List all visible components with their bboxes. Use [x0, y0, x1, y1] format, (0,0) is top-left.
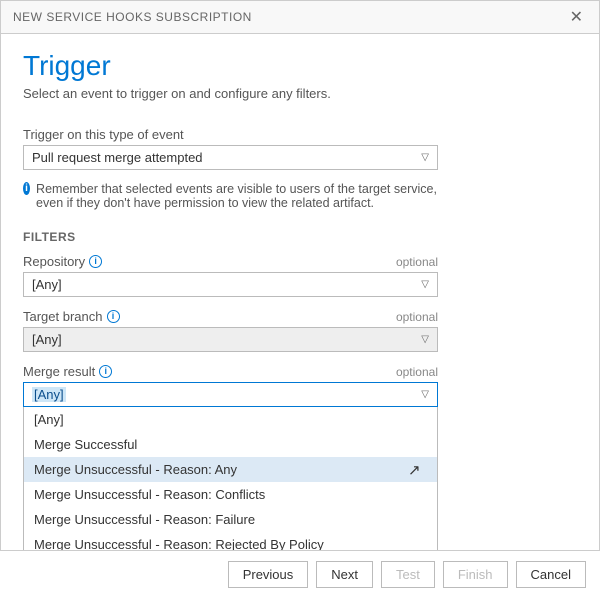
merge-dropdown: [Any]Merge SuccessfulMerge Unsuccessful … [23, 407, 438, 558]
previous-button[interactable]: Previous [228, 561, 309, 588]
page-subtitle: Select an event to trigger on and config… [23, 86, 577, 101]
merge-option[interactable]: Merge Unsuccessful - Reason: Conflicts [24, 482, 437, 507]
repository-value: [Any] [32, 277, 62, 292]
cancel-button[interactable]: Cancel [516, 561, 586, 588]
merge-option[interactable]: Merge Unsuccessful - Reason: Failure [24, 507, 437, 532]
optional-tag: optional [396, 255, 438, 269]
info-icon[interactable]: i [107, 310, 120, 323]
merge-option[interactable]: Merge Successful [24, 432, 437, 457]
branch-select[interactable]: [Any] ▽ [23, 327, 438, 352]
dialog-footer: Previous Next Test Finish Cancel [0, 550, 600, 598]
page-title: Trigger [23, 50, 577, 82]
finish-button: Finish [443, 561, 508, 588]
repository-label: Repository [23, 254, 85, 269]
chevron-down-icon: ▽ [421, 279, 429, 290]
dialog-title: NEW SERVICE HOOKS SUBSCRIPTION [13, 10, 252, 24]
merge-select[interactable]: [Any] ▽ [23, 382, 438, 407]
merge-value: [Any] [32, 387, 66, 402]
filters-heading: FILTERS [23, 230, 577, 244]
branch-label: Target branch [23, 309, 103, 324]
next-button[interactable]: Next [316, 561, 373, 588]
branch-value: [Any] [32, 332, 62, 347]
cursor-icon: ↖ [408, 461, 421, 479]
titlebar: NEW SERVICE HOOKS SUBSCRIPTION ✕ [1, 1, 599, 34]
info-icon[interactable]: i [89, 255, 102, 268]
optional-tag: optional [396, 310, 438, 324]
info-icon[interactable]: i [99, 365, 112, 378]
merge-option[interactable]: Merge Unsuccessful - Reason: Any↖ [24, 457, 437, 482]
optional-tag: optional [396, 365, 438, 379]
event-value: Pull request merge attempted [32, 150, 203, 165]
merge-label: Merge result [23, 364, 95, 379]
chevron-down-icon: ▽ [421, 389, 429, 400]
merge-option[interactable]: [Any] [24, 407, 437, 432]
info-note: i Remember that selected events are visi… [23, 182, 438, 210]
event-select[interactable]: Pull request merge attempted ▽ [23, 145, 438, 170]
repository-select[interactable]: [Any] ▽ [23, 272, 438, 297]
event-label: Trigger on this type of event [23, 127, 438, 142]
dialog-content: Trigger Select an event to trigger on an… [1, 34, 599, 558]
close-icon[interactable]: ✕ [566, 7, 587, 27]
chevron-down-icon: ▽ [421, 152, 429, 163]
info-icon: i [23, 182, 30, 195]
test-button: Test [381, 561, 435, 588]
chevron-down-icon: ▽ [421, 334, 429, 345]
